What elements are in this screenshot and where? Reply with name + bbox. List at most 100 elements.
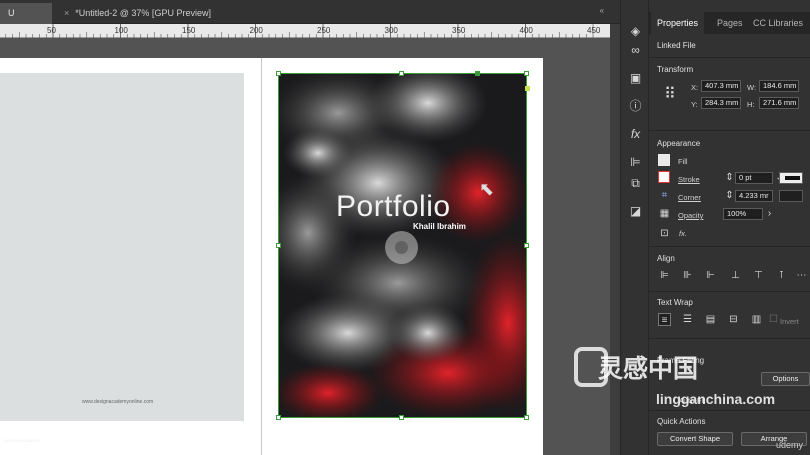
content-grabber-handle[interactable] xyxy=(475,71,480,76)
resize-handle[interactable] xyxy=(399,71,404,76)
panel-tabs: Properties Pages CC Libraries xyxy=(649,12,810,34)
left-page-url: www.designacademyonline.com xyxy=(82,399,154,405)
align-center-icon[interactable]: ⊪ xyxy=(681,269,694,282)
tab-label: *Untitled-2 @ 37% [GPU Preview] xyxy=(75,8,211,18)
appearance-heading: Appearance xyxy=(657,139,701,148)
pathfinder-icon[interactable]: ⧉ xyxy=(628,176,643,191)
ruler-tick-label: 150 xyxy=(182,26,196,35)
y-label: Y: xyxy=(691,100,698,109)
resize-handle[interactable] xyxy=(399,415,404,420)
udemy-logo: udemy xyxy=(776,440,804,450)
convert-shape-button[interactable]: Convert Shape xyxy=(657,432,733,446)
tab-untitled-2[interactable]: × *Untitled-2 @ 37% [GPU Preview] xyxy=(56,3,219,24)
ruler-tick-label: 100 xyxy=(115,26,129,35)
x-field[interactable]: 407.3 mm xyxy=(701,80,741,92)
ruler-tick-label: 300 xyxy=(385,26,399,35)
h-label: H: xyxy=(747,100,755,109)
effects-icon[interactable]: fx xyxy=(628,127,643,142)
resize-handle[interactable] xyxy=(276,243,281,248)
invert-label: Invert xyxy=(780,317,799,326)
stroke-weight-field[interactable]: 0 pt xyxy=(735,172,773,184)
close-icon[interactable]: × xyxy=(64,8,69,18)
distribute-icon[interactable]: ⋯ xyxy=(795,269,808,282)
invert-checkbox[interactable]: ☐ xyxy=(767,313,780,326)
image-icon[interactable]: ▣ xyxy=(628,71,643,86)
stroke-type-select[interactable] xyxy=(779,172,803,184)
fitting-options-button[interactable]: Options xyxy=(761,372,810,386)
corner-label[interactable]: Corner xyxy=(678,193,701,202)
linked-file-heading: Linked File xyxy=(657,41,696,50)
content-grabber-icon[interactable] xyxy=(385,231,418,264)
align-left-icon[interactable]: ⊫ xyxy=(658,269,671,282)
watermark-url: lingganchina.com xyxy=(656,391,776,407)
align-top-icon[interactable]: ⊤ xyxy=(752,269,765,282)
page-spine xyxy=(261,58,262,455)
align-right-icon[interactable]: ⊩ xyxy=(704,269,717,282)
chevron-right-icon[interactable]: › xyxy=(763,207,776,220)
cursor-icon: ⬉ xyxy=(479,179,495,199)
ruler-tick-label: 450 xyxy=(587,26,601,35)
corner-radius-field[interactable]: 4.233 mr xyxy=(735,190,773,202)
portfolio-title: Portfolio xyxy=(336,190,451,223)
ruler-tick-label: 400 xyxy=(520,26,534,35)
properties-panel: Properties Pages CC Libraries Linked Fil… xyxy=(649,0,810,455)
text-wrap-heading: Text Wrap xyxy=(657,298,693,307)
wrap-bounding-box-icon[interactable]: ☰ xyxy=(681,313,694,326)
divider xyxy=(649,246,810,247)
ruler-tick-label: 200 xyxy=(250,26,264,35)
align-middle-icon[interactable]: ⊺ xyxy=(775,269,788,282)
divider xyxy=(649,57,810,58)
divider xyxy=(649,291,810,292)
divider xyxy=(649,130,810,131)
w-field[interactable]: 184.6 mm xyxy=(759,80,799,92)
swatches-icon[interactable]: ◪ xyxy=(628,204,643,219)
reference-point-icon[interactable]: ⠿ xyxy=(659,84,681,106)
layers-icon[interactable]: ◈ xyxy=(628,24,643,39)
opacity-label[interactable]: Opacity xyxy=(678,211,703,220)
corner-shape-select[interactable] xyxy=(779,190,803,202)
resize-handle[interactable] xyxy=(524,415,529,420)
links-icon[interactable]: ∞ xyxy=(628,43,643,58)
jump-next-column-icon[interactable]: ▥ xyxy=(750,313,763,326)
align-bottom-icon[interactable]: ⊥ xyxy=(729,269,742,282)
divider xyxy=(649,338,810,339)
h-field[interactable]: 271.6 mm xyxy=(759,97,799,109)
fill-swatch[interactable] xyxy=(658,154,670,166)
document-tab-bar: U Preview] × *Untitled-2 @ 37% [GPU Previ… xyxy=(0,0,620,39)
horizontal-ruler[interactable]: 50 100 150 200 250 300 350 400 450 xyxy=(0,24,610,38)
tab-pages[interactable]: Pages xyxy=(717,18,743,28)
collapse-icon[interactable]: « xyxy=(600,6,604,15)
fill-label: Fill xyxy=(678,157,688,166)
jump-object-icon[interactable]: ⊟ xyxy=(727,313,740,326)
stroke-label[interactable]: Stroke xyxy=(678,175,700,184)
resize-handle[interactable] xyxy=(524,243,529,248)
frame-icon[interactable]: ⊡ xyxy=(658,227,671,240)
fx-button[interactable]: fx. xyxy=(679,229,687,238)
divider xyxy=(649,410,810,411)
tab-properties[interactable]: Properties xyxy=(651,12,705,34)
resize-handle[interactable] xyxy=(276,71,281,76)
stroke-line-icon xyxy=(785,176,800,180)
resize-handle[interactable] xyxy=(524,71,529,76)
resize-handle[interactable] xyxy=(276,415,281,420)
x-label: X: xyxy=(691,83,699,92)
align-heading: Align xyxy=(657,254,675,263)
stroke-swatch[interactable] xyxy=(658,171,670,183)
ruler-tick-label: 250 xyxy=(317,26,331,35)
corner-radius-handle[interactable] xyxy=(525,86,530,91)
y-field[interactable]: 284.3 mm xyxy=(701,97,741,109)
no-wrap-icon[interactable]: ≡ xyxy=(658,313,671,326)
tab-cc-libraries[interactable]: CC Libraries xyxy=(753,18,803,28)
ruler-ticks: 50 100 150 200 250 300 350 400 450 xyxy=(5,24,601,38)
corner-icon: ⌗ xyxy=(661,190,668,201)
indesign-window: { "tabs": [ {"label": "U Preview]"}, {"l… xyxy=(0,0,810,455)
tab-gpu-preview[interactable]: U Preview] xyxy=(0,3,52,39)
opacity-field[interactable]: 100% xyxy=(723,208,763,220)
info-icon[interactable]: ⓘ xyxy=(628,99,643,114)
panel-icon-column: ◈ ∞ ▣ ⓘ fx ⊫ ⧉ ◪ xyxy=(620,0,649,455)
wrap-object-shape-icon[interactable]: ▤ xyxy=(704,313,717,326)
ruler-tick-label: 350 xyxy=(452,26,466,35)
align-icon[interactable]: ⊫ xyxy=(628,155,643,170)
opacity-icon: ▦ xyxy=(659,208,670,219)
vertical-scrollbar[interactable] xyxy=(610,24,620,455)
